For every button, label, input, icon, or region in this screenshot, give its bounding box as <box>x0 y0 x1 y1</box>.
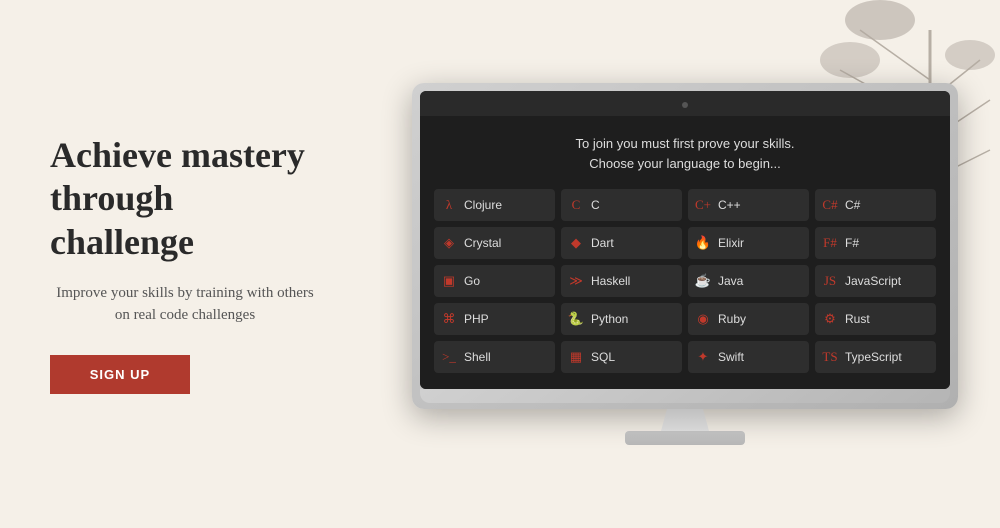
language-button-swift[interactable]: ✦ Swift <box>688 341 809 373</box>
screen-prompt: To join you must first prove your skills… <box>434 134 936 173</box>
monitor-bezel: To join you must first prove your skills… <box>420 91 950 389</box>
sql-icon: ▦ <box>567 349 585 365</box>
language-button-ruby[interactable]: ◉ Ruby <box>688 303 809 335</box>
lang-label: SQL <box>591 350 615 364</box>
signup-button[interactable]: SIGN UP <box>50 355 190 394</box>
c#-icon: C# <box>821 197 839 213</box>
lang-label: C# <box>845 198 860 212</box>
left-panel: Achieve mastery through challenge Improv… <box>0 0 370 528</box>
monitor-neck <box>655 409 715 431</box>
lang-label: Swift <box>718 350 744 364</box>
language-button-c++[interactable]: C+ C++ <box>688 189 809 221</box>
f#-icon: F# <box>821 235 839 251</box>
language-button-javascript[interactable]: JS JavaScript <box>815 265 936 297</box>
lang-label: C <box>591 198 600 212</box>
monitor-bottom-bar <box>420 389 950 403</box>
lang-label: Java <box>718 274 743 288</box>
language-button-c#[interactable]: C# C# <box>815 189 936 221</box>
language-button-f#[interactable]: F# F# <box>815 227 936 259</box>
language-button-elixir[interactable]: 🔥 Elixir <box>688 227 809 259</box>
lang-label: Haskell <box>591 274 630 288</box>
sub-text: Improve your skills by training with oth… <box>50 282 320 327</box>
lang-label: Crystal <box>464 236 501 250</box>
language-grid: λ Clojure CC C+ C++ C# C# ◈ Crystal ◆ Dart 🔥 Elixir F… <box>434 189 936 373</box>
crystal-icon: ◈ <box>440 235 458 251</box>
monitor-camera <box>420 91 950 116</box>
go-icon: ▣ <box>440 273 458 289</box>
language-button-python[interactable]: 🐍 Python <box>561 303 682 335</box>
typescript-icon: TS <box>821 349 839 365</box>
lang-label: PHP <box>464 312 489 326</box>
php-icon: ⌘ <box>440 311 458 327</box>
language-button-rust[interactable]: ⚙ Rust <box>815 303 936 335</box>
camera-dot <box>682 102 688 108</box>
language-button-shell[interactable]: >_ Shell <box>434 341 555 373</box>
language-button-go[interactable]: ▣ Go <box>434 265 555 297</box>
python-icon: 🐍 <box>567 311 585 327</box>
language-button-typescript[interactable]: TS TypeScript <box>815 341 936 373</box>
language-button-haskell[interactable]: ≫ Haskell <box>561 265 682 297</box>
lang-label: Go <box>464 274 480 288</box>
monitor-outer: To join you must first prove your skills… <box>412 83 958 409</box>
language-button-crystal[interactable]: ◈ Crystal <box>434 227 555 259</box>
lang-label: Ruby <box>718 312 746 326</box>
lang-label: C++ <box>718 198 741 212</box>
language-button-dart[interactable]: ◆ Dart <box>561 227 682 259</box>
javascript-icon: JS <box>821 273 839 289</box>
lang-label: F# <box>845 236 859 250</box>
monitor: To join you must first prove your skills… <box>412 83 958 445</box>
language-button-php[interactable]: ⌘ PHP <box>434 303 555 335</box>
monitor-base <box>625 431 745 445</box>
language-button-sql[interactable]: ▦ SQL <box>561 341 682 373</box>
shell-icon: >_ <box>440 349 458 365</box>
clojure-icon: λ <box>440 197 458 213</box>
ruby-icon: ◉ <box>694 311 712 327</box>
lang-label: TypeScript <box>845 350 902 364</box>
c-icon: C <box>567 197 585 213</box>
lang-label: Shell <box>464 350 491 364</box>
lang-label: Clojure <box>464 198 502 212</box>
c++-icon: C+ <box>694 197 712 213</box>
language-button-java[interactable]: ☕ Java <box>688 265 809 297</box>
lang-label: Python <box>591 312 628 326</box>
lang-label: Rust <box>845 312 870 326</box>
swift-icon: ✦ <box>694 349 712 365</box>
elixir-icon: 🔥 <box>694 235 712 251</box>
lang-label: Dart <box>591 236 614 250</box>
lang-label: Elixir <box>718 236 744 250</box>
haskell-icon: ≫ <box>567 273 585 289</box>
main-heading: Achieve mastery through challenge <box>50 134 320 264</box>
language-button-c[interactable]: CC <box>561 189 682 221</box>
dart-icon: ◆ <box>567 235 585 251</box>
lang-label: JavaScript <box>845 274 901 288</box>
rust-icon: ⚙ <box>821 311 839 327</box>
right-panel: To join you must first prove your skills… <box>370 0 1000 528</box>
language-button-clojure[interactable]: λ Clojure <box>434 189 555 221</box>
monitor-screen: To join you must first prove your skills… <box>420 116 950 389</box>
java-icon: ☕ <box>694 273 712 289</box>
